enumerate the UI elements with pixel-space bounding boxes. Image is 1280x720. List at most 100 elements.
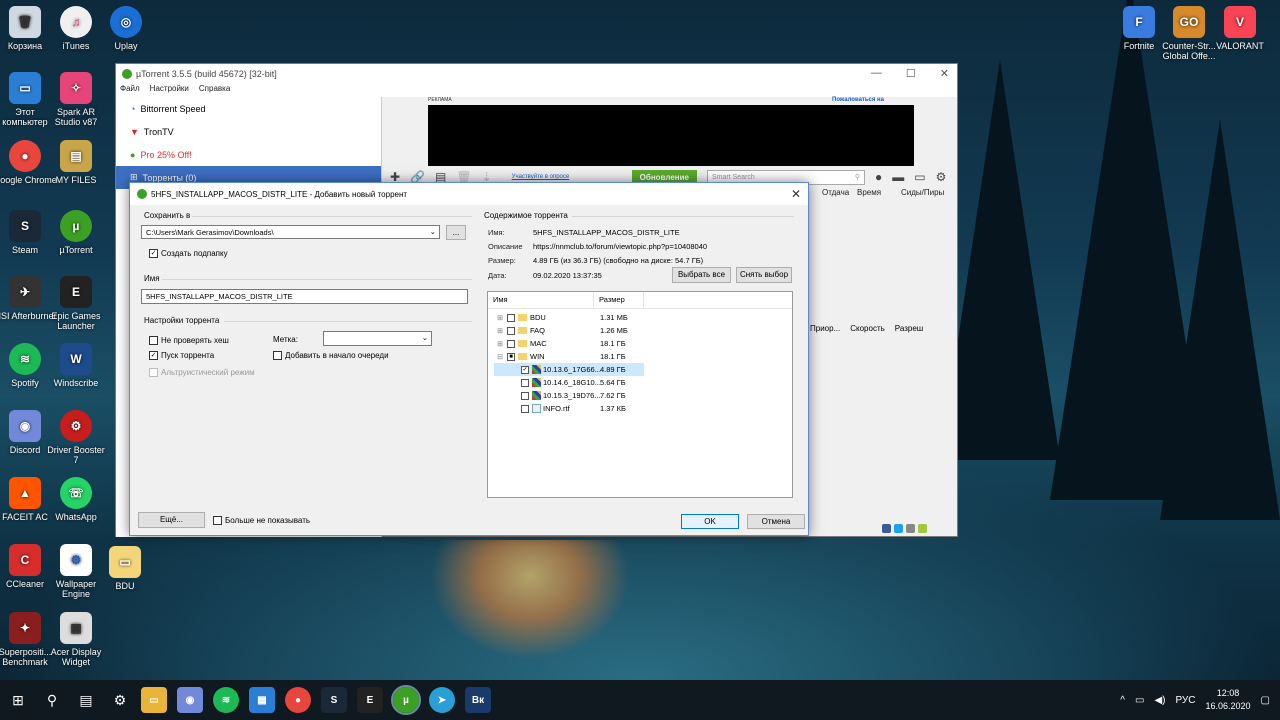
sidebar-item-trontv[interactable]: ▼ TronTV xyxy=(116,120,381,143)
skip-hash-checkbox[interactable]: Не проверять хеш xyxy=(149,336,229,345)
cancel-button[interactable]: Отмена xyxy=(747,514,805,529)
desktop-icon-utorrent[interactable]: µ µTorrent xyxy=(44,210,108,255)
speed-icon: ◔ xyxy=(130,103,136,114)
taskbar-steam[interactable]: S xyxy=(321,687,347,713)
gear-icon[interactable]: ⚙ xyxy=(936,170,947,184)
column-upload[interactable]: Отдача xyxy=(822,188,849,197)
save-path-select[interactable]: C:\Users\Mark Gerasimov\Downloads\ ⌄ xyxy=(141,225,440,239)
column-speed[interactable]: Скорость xyxy=(850,324,885,333)
chevron-up-icon[interactable]: ^ xyxy=(1120,695,1125,706)
survey-link[interactable]: Участвуйте в опросе xyxy=(512,174,622,180)
tree-row-file-2[interactable]: 10.14.6_18G10... 5.64 ГБ xyxy=(494,376,644,389)
desktop-icon-acer-widget[interactable]: ▦ Acer Display Widget xyxy=(44,612,108,667)
chat-icon[interactable]: ▬ xyxy=(892,170,904,184)
desktop-icon-epic[interactable]: E Epic Games Launcher xyxy=(44,276,108,331)
monitor-icon[interactable]: ▭ xyxy=(914,170,925,184)
file-tree-header: Имя Размер xyxy=(488,292,792,309)
name-input[interactable]: 5HFS_INSTALLAPP_MACOS_DISTR_LITE xyxy=(141,289,468,304)
column-time[interactable]: Время xyxy=(857,188,881,197)
taskbar-chrome[interactable]: ● xyxy=(285,687,311,713)
menu-help[interactable]: Справка xyxy=(199,84,230,97)
tree-row-mac[interactable]: ⊞ MAC 18.1 ГБ xyxy=(488,337,644,350)
desktop-icon-driver-booster[interactable]: ⚙ Driver Booster 7 xyxy=(44,410,108,465)
start-torrent-checkbox[interactable]: ✓ Пуск торрента xyxy=(149,351,214,360)
ad-report-link[interactable]: Пожаловаться на xyxy=(832,97,884,103)
settings-button[interactable]: ⚙ xyxy=(104,684,136,716)
close-icon[interactable]: ✕ xyxy=(791,187,801,201)
gear-icon: ⚙ xyxy=(113,691,127,708)
sidebar-item-bittorrent-speed[interactable]: ◔ Bittorrent Speed xyxy=(116,97,381,120)
android-icon[interactable] xyxy=(918,524,927,533)
taskbar-vk[interactable]: Вк xyxy=(465,687,491,713)
network-icon[interactable]: ▭ xyxy=(1135,695,1144,706)
maximize-icon[interactable]: ☐ xyxy=(906,67,916,80)
utorrent-titlebar[interactable]: µTorrent 3.5.5 (build 45672) [32-bit] xyxy=(116,64,957,84)
utorrent-logo-icon xyxy=(122,69,132,79)
menu-settings[interactable]: Настройки xyxy=(150,84,189,97)
browse-button[interactable]: ... xyxy=(446,225,466,240)
taskbar-explorer[interactable]: ▭ xyxy=(141,687,167,713)
expand-icon[interactable]: ⊞ xyxy=(496,340,504,348)
create-subfolder-checkbox[interactable]: ✓ Создать подпапку xyxy=(149,249,228,258)
recycle-bin-icon: 🗑 xyxy=(9,6,41,38)
taskbar-discord[interactable]: ◉ xyxy=(177,687,203,713)
tree-row-file-3[interactable]: 10.15.3_19D76... 7.62 ГБ xyxy=(494,389,644,402)
search-button[interactable]: ⚲ xyxy=(36,684,68,716)
select-all-button[interactable]: Выбрать все xyxy=(672,267,731,283)
deselect-button[interactable]: Снять выбор xyxy=(736,267,792,283)
dont-show-checkbox[interactable]: Больше не показывать xyxy=(213,516,310,525)
taskbar-store[interactable]: ▦ xyxy=(249,687,275,713)
start-button[interactable]: ⊞ xyxy=(2,684,34,716)
checkbox-checked-icon[interactable]: ✓ xyxy=(521,365,529,374)
label-select[interactable]: ⌄ xyxy=(323,331,432,346)
language-indicator[interactable]: РУС xyxy=(1175,695,1195,706)
column-permission[interactable]: Разреш xyxy=(895,324,923,333)
taskbar-epic[interactable]: E xyxy=(357,687,383,713)
speaker-icon[interactable]: ◀) xyxy=(1154,695,1165,706)
ad-banner[interactable] xyxy=(428,105,914,166)
desktop-icon-bdu[interactable]: ▭ BDU xyxy=(93,546,157,591)
taskbar-spotify[interactable]: ≋ xyxy=(213,687,239,713)
more-button[interactable]: Ещё... xyxy=(138,512,205,528)
minimize-icon[interactable]: — xyxy=(871,67,882,80)
tree-row-win[interactable]: ⊟ ■ WIN 18.1 ГБ xyxy=(488,350,644,363)
expand-icon[interactable]: ⊞ xyxy=(496,314,504,322)
desktop-icon-valorant[interactable]: V VALORANT xyxy=(1208,6,1272,51)
desktop-icon-spark-ar[interactable]: ✧ Spark AR Studio v87 xyxy=(44,72,108,127)
ok-button[interactable]: OK xyxy=(681,514,739,529)
wallpaper-river xyxy=(430,540,630,660)
task-view-button[interactable]: ▤ xyxy=(70,684,102,716)
tree-row-file-4[interactable]: INFO.rtf 1.37 КБ xyxy=(494,402,644,415)
lightbulb-icon[interactable]: ● xyxy=(875,170,882,184)
clock[interactable]: 12:08 16.06.2020 xyxy=(1206,687,1251,713)
notifications-icon[interactable]: ▢ xyxy=(1261,695,1270,706)
taskbar-telegram[interactable]: ➤ xyxy=(429,687,455,713)
add-to-top-checkbox[interactable]: Добавить в начало очереди xyxy=(273,351,389,360)
twitter-icon[interactable] xyxy=(894,524,903,533)
tree-col-size[interactable]: Размер xyxy=(594,292,644,308)
tree-col-name[interactable]: Имя xyxy=(488,292,594,308)
computer-icon: ▭ xyxy=(9,72,41,104)
dialog-titlebar[interactable]: 5HFS_INSTALLAPP_MACOS_DISTR_LITE - Добав… xyxy=(130,183,808,205)
desktop-icon-uplay[interactable]: ◎ Uplay xyxy=(94,6,158,51)
steam-icon: S xyxy=(9,210,41,242)
column-seeds-peers[interactable]: Сиды/Пиры xyxy=(901,188,944,197)
desktop-icon-whatsapp[interactable]: ☏ WhatsApp xyxy=(44,477,108,522)
checkbox-partial-icon[interactable]: ■ xyxy=(507,352,515,361)
tree-row-faq[interactable]: ⊞ FAQ 1.26 МБ xyxy=(488,324,644,337)
web-icon[interactable] xyxy=(906,524,915,533)
desktop-icon-my-files[interactable]: ▤ MY FILES xyxy=(44,140,108,185)
telegram-icon: ➤ xyxy=(437,694,447,706)
expand-icon[interactable]: ⊞ xyxy=(496,327,504,335)
tron-icon: ▼ xyxy=(130,126,139,137)
sidebar-item-pro[interactable]: ● Pro 25% Off! xyxy=(116,143,381,166)
column-priority[interactable]: Приор... xyxy=(810,324,840,333)
menu-file[interactable]: Файл xyxy=(120,84,140,97)
taskbar-utorrent[interactable]: µ xyxy=(391,685,421,715)
tree-row-bdu[interactable]: ⊞ BDU 1.31 МБ xyxy=(488,311,644,324)
tree-row-file-1[interactable]: ✓ 10.13.6_17G66... 4.89 ГБ xyxy=(494,363,644,376)
close-icon[interactable]: ✕ xyxy=(940,67,949,80)
collapse-icon[interactable]: ⊟ xyxy=(496,353,504,361)
facebook-icon[interactable] xyxy=(882,524,891,533)
desktop-icon-windscribe[interactable]: W Windscribe xyxy=(44,343,108,388)
